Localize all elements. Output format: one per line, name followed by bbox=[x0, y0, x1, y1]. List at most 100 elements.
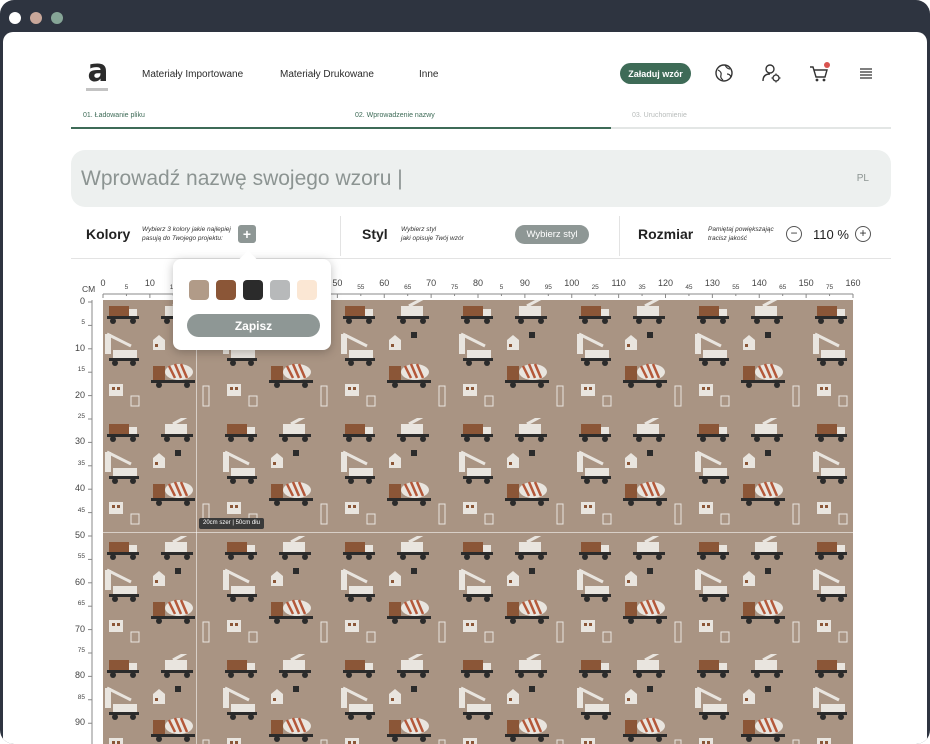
color-swatch-2[interactable] bbox=[216, 280, 236, 300]
nav-link-other[interactable]: Inne bbox=[419, 69, 438, 80]
size-hint-line-1: Pamiętaj powiększając bbox=[708, 226, 774, 233]
ruler-top-tick-label: 90 bbox=[519, 278, 530, 288]
ruler-left-tick-label: 25 bbox=[77, 413, 85, 420]
upload-pattern-button[interactable]: Załaduj wzór bbox=[620, 63, 691, 84]
guide-line-vertical[interactable] bbox=[196, 300, 197, 744]
pattern-name-input[interactable] bbox=[81, 163, 801, 195]
ruler-top-tick-label: 5 bbox=[499, 284, 504, 291]
ruler-top-tick-label: 45 bbox=[685, 284, 693, 291]
ruler-top-tick-label: 25 bbox=[591, 284, 599, 291]
ruler-left-tick-label: 60 bbox=[74, 576, 85, 587]
color-swatch-4[interactable] bbox=[270, 280, 290, 300]
ruler-top-tick-label: 80 bbox=[472, 278, 483, 288]
guide-line-horizontal[interactable] bbox=[103, 532, 853, 533]
pattern-tile bbox=[811, 536, 853, 659]
color-swatch-1[interactable] bbox=[189, 280, 209, 300]
color-swatch-5[interactable] bbox=[297, 280, 317, 300]
ruler-top-tick-label: 5 bbox=[124, 284, 129, 291]
pattern-tile bbox=[811, 654, 853, 744]
style-hint-line-1: Wybierz styl bbox=[401, 226, 437, 233]
pattern-tile bbox=[457, 644, 575, 744]
logo-letter: a bbox=[87, 53, 109, 89]
zoom-out-button[interactable]: − bbox=[786, 226, 802, 242]
pattern-tile bbox=[811, 418, 853, 541]
pattern-tile bbox=[103, 526, 221, 659]
choose-style-button[interactable]: Wybierz styl bbox=[515, 225, 589, 244]
ruler-top-tick-label: 140 bbox=[751, 278, 767, 288]
ruler-left-tick-label: 40 bbox=[74, 483, 85, 494]
pattern-tile bbox=[693, 526, 811, 659]
user-settings-icon[interactable] bbox=[760, 62, 782, 84]
pattern-tile bbox=[221, 644, 339, 744]
ruler-top-tick-label: 55 bbox=[357, 284, 365, 291]
pattern-tile bbox=[693, 408, 811, 541]
ruler-left-tick-label: 10 bbox=[74, 342, 85, 353]
size-hint-line-2: tracisz jakość bbox=[708, 235, 748, 242]
ruler-left-tick-label: 90 bbox=[74, 717, 85, 728]
ruler-left-tick-label: 15 bbox=[77, 366, 85, 374]
ruler-top-tick-label: 150 bbox=[798, 278, 814, 288]
pattern-tile bbox=[457, 408, 575, 541]
minimize-window-dot[interactable] bbox=[30, 12, 42, 24]
ruler-top-tick-label: 60 bbox=[379, 278, 390, 288]
progress-pending-line bbox=[611, 127, 891, 129]
popup-arrow bbox=[239, 250, 257, 268]
window-controls bbox=[9, 12, 63, 24]
ruler-left-tick-label: 0 bbox=[79, 296, 85, 306]
options-divider bbox=[619, 216, 620, 256]
zoom-value: 110 % bbox=[813, 227, 849, 242]
save-colors-button[interactable]: Zapisz bbox=[187, 314, 320, 337]
browser-window: a Materiały Importowane Materiały Drukow… bbox=[0, 0, 930, 744]
pattern-tile bbox=[575, 644, 693, 744]
cart-icon[interactable] bbox=[808, 62, 830, 84]
ruler-top-tick-label: 75 bbox=[450, 284, 459, 291]
step-name: 02. Wprowadzenie nazwy bbox=[355, 112, 435, 119]
pattern-tile bbox=[221, 526, 339, 659]
pattern-tile bbox=[457, 526, 575, 659]
ruler-top-tick-label: 55 bbox=[732, 284, 740, 291]
colors-hint-line-1: Wybierz 3 kolory jakie najlepiej bbox=[142, 226, 231, 233]
pattern-tile bbox=[693, 300, 811, 423]
brand-logo[interactable]: a bbox=[86, 53, 110, 93]
nav-link-imported[interactable]: Materiały Importowane bbox=[142, 69, 243, 80]
color-swatch-3[interactable] bbox=[243, 280, 263, 300]
ruler-left-tick-label: 75 bbox=[77, 647, 85, 654]
ruler-top-tick-label: 100 bbox=[564, 278, 580, 288]
app-screen: a Materiały Importowane Materiały Drukow… bbox=[3, 32, 927, 744]
pattern-name-box: PL bbox=[71, 150, 891, 207]
menu-icon[interactable] bbox=[855, 62, 877, 84]
ruler-top-tick-label: 130 bbox=[704, 278, 720, 288]
close-window-dot[interactable] bbox=[9, 12, 21, 24]
ruler-left-tick-label: 55 bbox=[77, 553, 85, 561]
ruler-left-tick-label: 50 bbox=[74, 530, 85, 540]
pattern-tile bbox=[693, 644, 811, 744]
ruler-left-tick-label: 30 bbox=[74, 436, 85, 447]
style-title: Styl bbox=[362, 226, 388, 242]
pattern-tile bbox=[339, 408, 457, 541]
colors-hint-line-2: pasują do Twojego projektu: bbox=[142, 235, 223, 242]
zoom-in-button[interactable]: + bbox=[855, 226, 871, 242]
ruler-top-tick-label: 70 bbox=[426, 278, 437, 288]
language-label[interactable]: PL bbox=[857, 173, 869, 184]
globe-icon[interactable] bbox=[713, 62, 735, 84]
ruler-top-tick-label: 95 bbox=[544, 284, 552, 291]
style-hint-line-2: jaki opisuje Twój wzór bbox=[401, 235, 464, 242]
nav-link-printed[interactable]: Materiały Drukowane bbox=[280, 69, 374, 80]
pattern-tile bbox=[339, 644, 457, 744]
ruler-left-tick-label: 85 bbox=[77, 693, 85, 701]
ruler-left-tick-label: 65 bbox=[77, 600, 85, 608]
ruler-top-tick-label: 10 bbox=[144, 278, 155, 288]
dimension-tag: 20cm szer | 50cm dłu bbox=[199, 518, 264, 529]
ruler-top-tick-label: 65 bbox=[404, 284, 412, 291]
pattern-tile bbox=[575, 300, 693, 423]
logo-underline bbox=[86, 88, 108, 91]
pattern-tile bbox=[811, 300, 853, 423]
progress-done-line bbox=[71, 127, 611, 129]
add-color-button[interactable]: + bbox=[238, 225, 256, 243]
ruler-left-tick-label: 5 bbox=[81, 319, 85, 327]
cart-badge bbox=[824, 62, 830, 68]
pattern-tile bbox=[457, 300, 575, 423]
maximize-window-dot[interactable] bbox=[51, 12, 63, 24]
ruler-top-tick-label: 110 bbox=[611, 278, 626, 288]
pattern-tile bbox=[339, 526, 457, 659]
